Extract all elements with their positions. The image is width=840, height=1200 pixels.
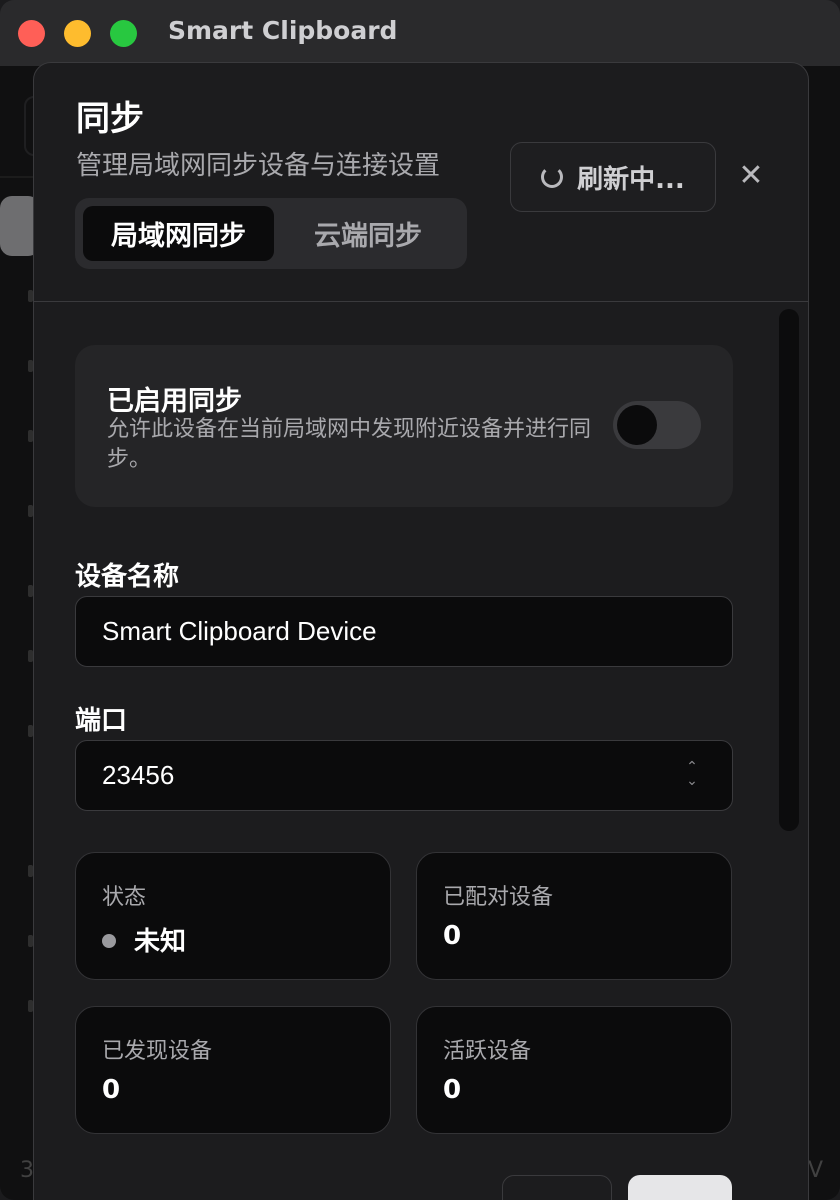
sync-mode-tabs: 局域网同步 云端同步	[75, 198, 467, 269]
port-stepper-icon[interactable]: ⌃ ⌄	[682, 760, 702, 792]
port-label: 端口	[75, 706, 128, 736]
active-devices-count: 0	[443, 1075, 462, 1105]
status-label: 状态	[102, 885, 147, 910]
window-close-button[interactable]	[18, 20, 45, 47]
paired-devices-card: 已配对设备 0	[416, 852, 732, 980]
cancel-button[interactable]	[502, 1175, 612, 1200]
sync-enable-description: 允许此设备在当前局域网中发现附近设备并进行同步。	[107, 417, 592, 472]
refresh-button[interactable]: 刷新中...	[510, 142, 716, 212]
sync-enable-toggle[interactable]	[613, 401, 701, 449]
toggle-knob	[617, 405, 657, 445]
dialog-subtitle: 管理局域网同步设备与连接设置	[76, 151, 441, 181]
loading-spinner-icon	[541, 166, 564, 188]
save-button[interactable]	[628, 1175, 732, 1200]
app-window: Smart Clipboard 3 V 同步 管理局域网同步设备与连接设置 刷新…	[0, 0, 840, 1200]
active-devices-label: 活跃设备	[443, 1039, 532, 1064]
status-card: 状态 未知	[75, 852, 391, 980]
sync-enable-title: 已启用同步	[107, 386, 242, 417]
window-title: Smart Clipboard	[168, 16, 398, 45]
device-name-input[interactable]	[75, 596, 733, 667]
paired-devices-label: 已配对设备	[443, 885, 554, 910]
status-value: 未知	[134, 927, 187, 957]
port-input[interactable]	[75, 740, 733, 811]
tab-lan-sync[interactable]: 局域网同步	[83, 206, 274, 261]
device-name-label: 设备名称	[75, 562, 180, 592]
dialog-title: 同步	[76, 99, 144, 139]
close-icon[interactable]: ✕	[734, 159, 768, 193]
window-minimize-button[interactable]	[64, 20, 91, 47]
title-bar: Smart Clipboard	[0, 0, 840, 66]
tab-cloud-sync[interactable]: 云端同步	[278, 206, 458, 261]
status-value-wrap: 未知	[102, 921, 186, 958]
sync-enable-card: 已启用同步 允许此设备在当前局域网中发现附近设备并进行同步。	[75, 345, 733, 507]
refresh-button-label: 刷新中...	[577, 164, 685, 195]
discovered-devices-label: 已发现设备	[102, 1039, 213, 1064]
paired-devices-count: 0	[443, 921, 462, 951]
active-devices-card: 活跃设备 0	[416, 1006, 732, 1134]
sync-dialog: 同步 管理局域网同步设备与连接设置 刷新中... ✕ 局域网同步 云端同步 已启…	[33, 62, 809, 1200]
status-dot-icon	[102, 933, 116, 948]
window-zoom-button[interactable]	[110, 20, 137, 47]
scrollbar[interactable]	[779, 309, 799, 831]
discovered-devices-count: 0	[102, 1075, 121, 1105]
header-divider	[34, 301, 808, 302]
discovered-devices-card: 已发现设备 0	[75, 1006, 391, 1134]
